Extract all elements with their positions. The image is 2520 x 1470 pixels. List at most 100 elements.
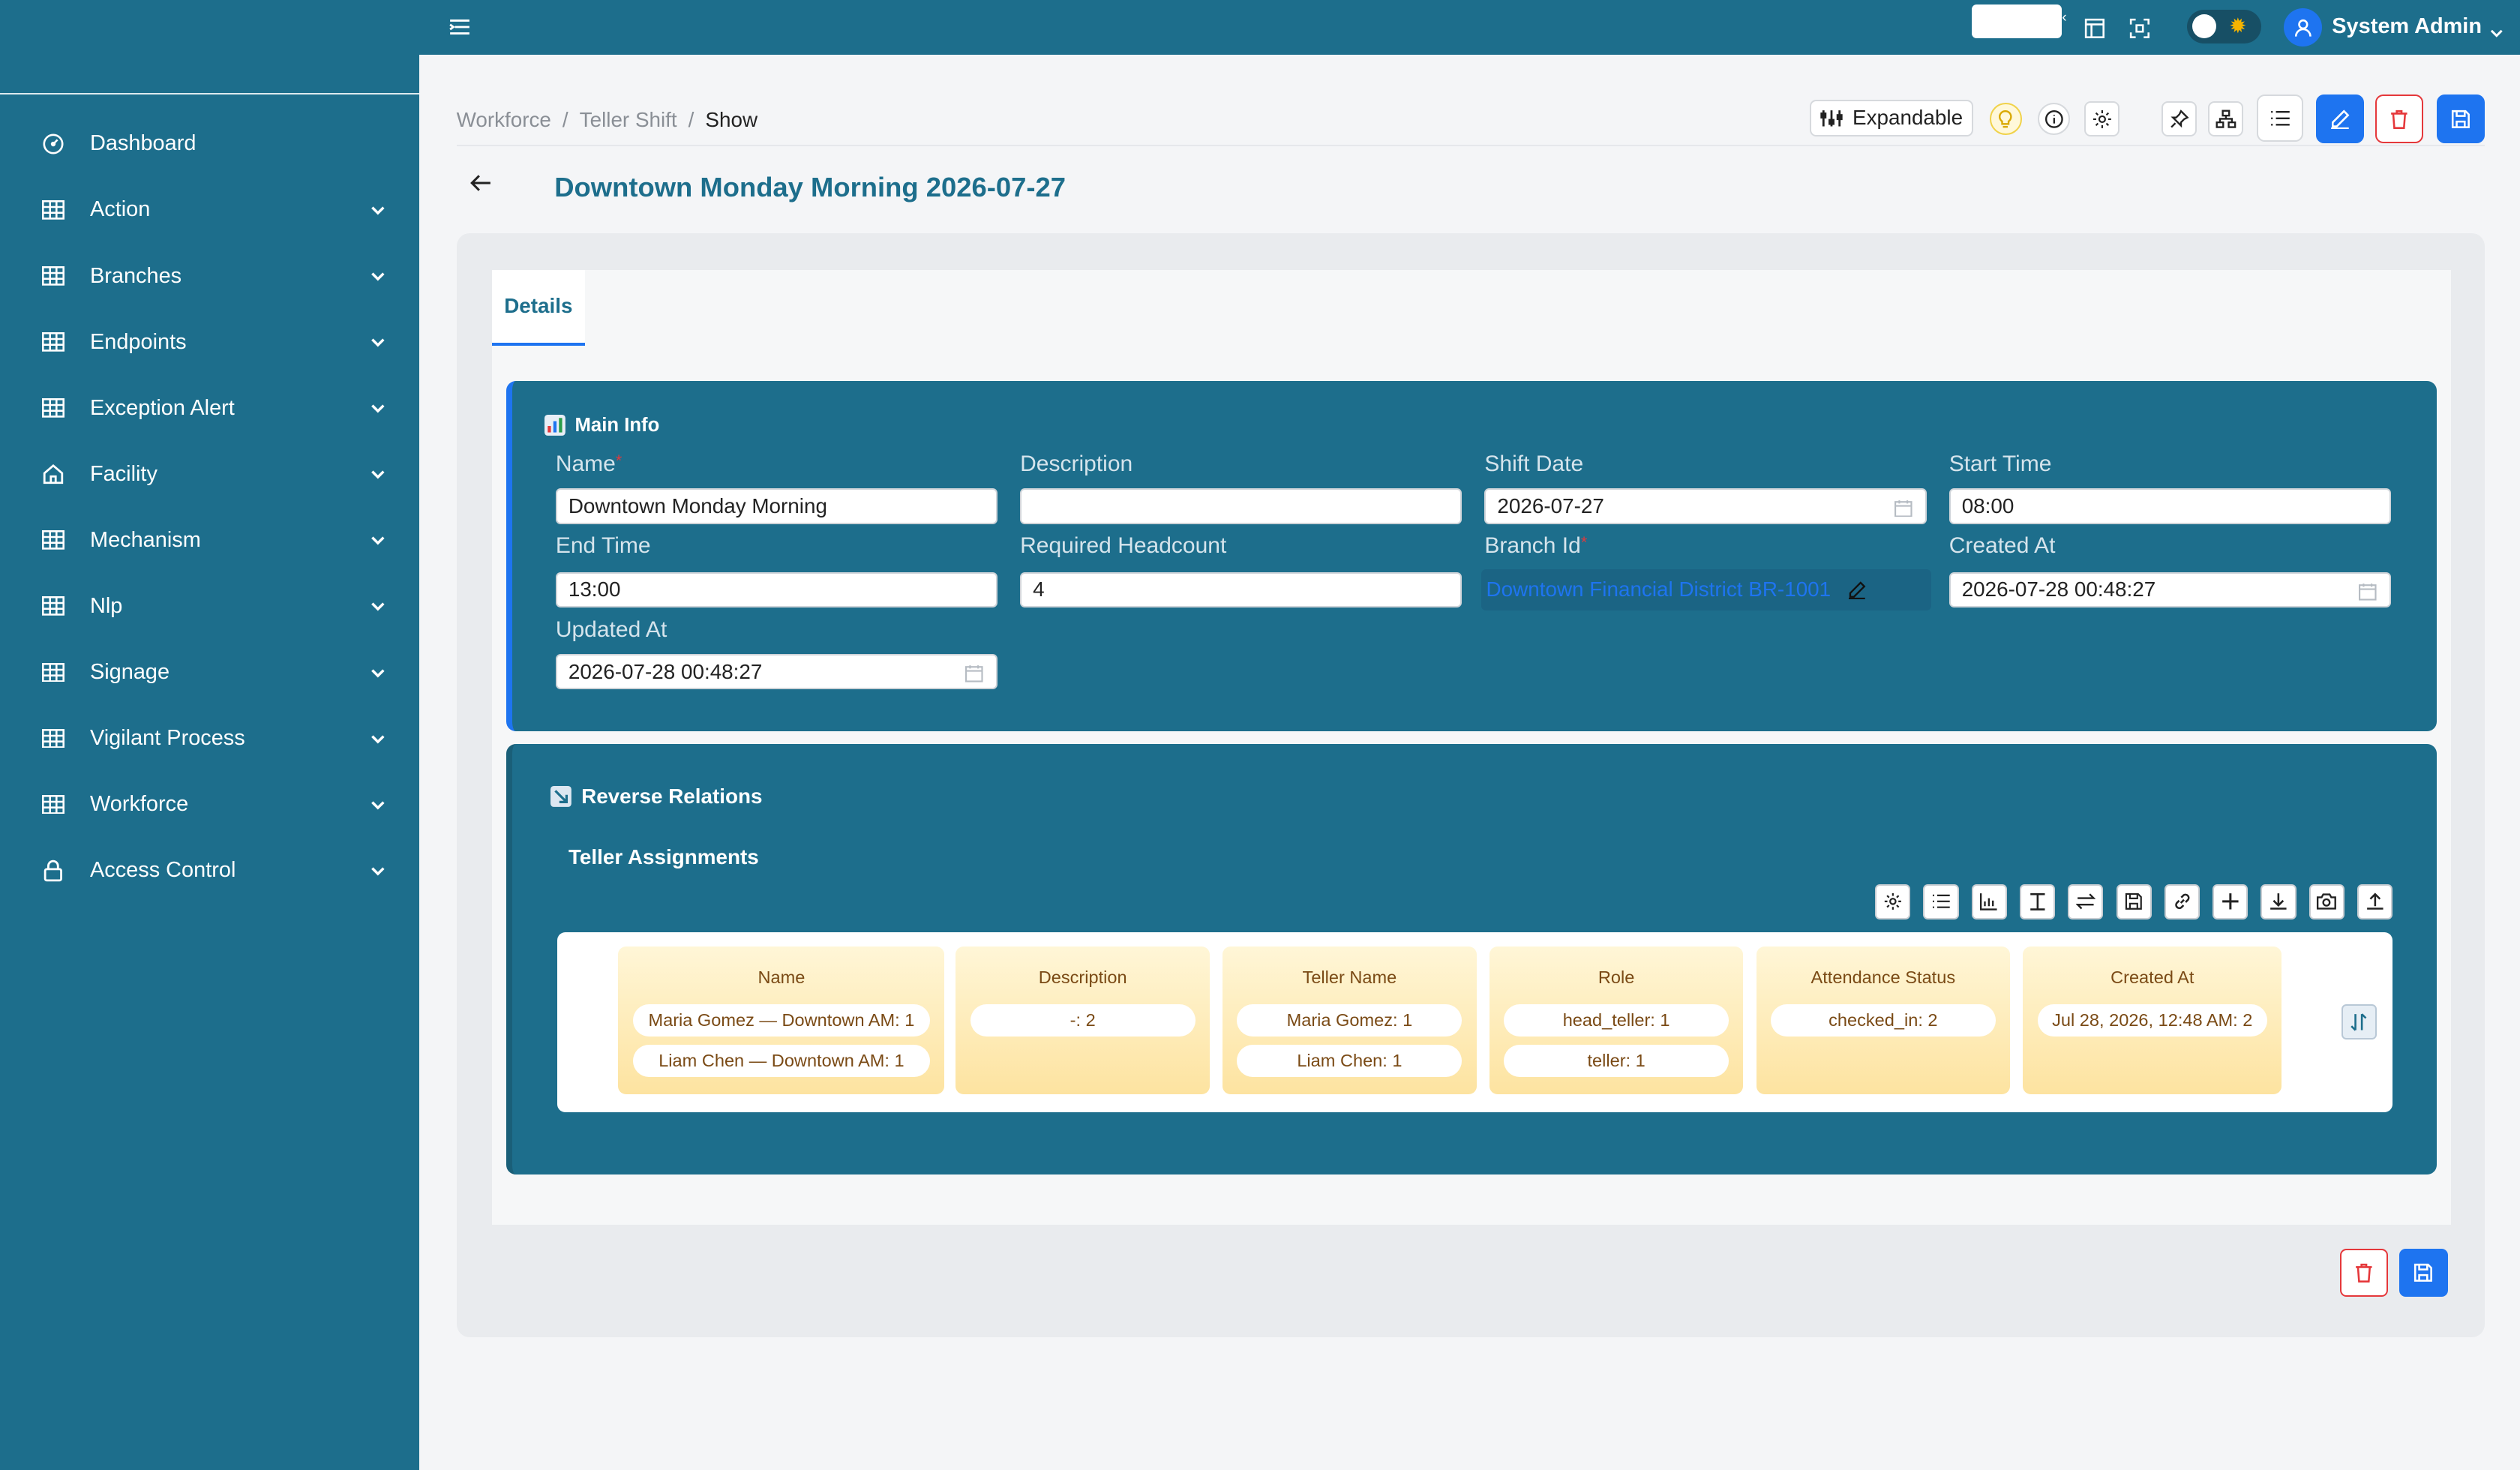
start-time-input[interactable]: 08:00 [1948, 488, 2391, 524]
sort-toggle-button[interactable] [2341, 1004, 2377, 1040]
chevron-down-icon [368, 596, 388, 616]
grid-chart-button[interactable] [1971, 884, 2007, 920]
floppy-icon [2414, 1264, 2433, 1282]
sidebar-item-branches[interactable]: Branches [0, 243, 419, 309]
column-header[interactable]: Teller Name [1222, 968, 1477, 988]
sidebar-item-mechanism[interactable]: Mechanism [0, 507, 419, 573]
breadcrumb-row: Workforce / Teller Shift / Show Expandable [456, 92, 2485, 146]
sidebar-item-dashboard[interactable]: Dashboard [0, 111, 419, 177]
pencil-icon[interactable] [1847, 580, 1867, 600]
column-value-chip[interactable]: head_teller: 1 [1504, 1004, 1730, 1037]
column-value-chip[interactable]: Maria Gomez — Downtown AM: 1 [632, 1004, 931, 1037]
upload-icon [2366, 892, 2384, 910]
column-value-chip[interactable]: Liam Chen — Downtown AM: 1 [632, 1044, 931, 1077]
grid-swap-button[interactable] [2068, 884, 2104, 920]
grid-list-button[interactable] [1923, 884, 1959, 920]
settings-button[interactable] [2084, 100, 2120, 137]
hierarchy-button[interactable] [2208, 100, 2244, 137]
info-button[interactable] [2038, 103, 2070, 135]
pin-button[interactable] [2162, 100, 2198, 137]
column-value-chip[interactable]: Maria Gomez: 1 [1237, 1004, 1462, 1037]
sun-icon: ✹ [2229, 14, 2247, 38]
sidebar-item-exception-alert[interactable]: Exception Alert [0, 375, 419, 441]
sidebar-item-facility[interactable]: Facility [0, 441, 419, 507]
menu-toggle-icon[interactable] [448, 16, 471, 38]
list-view-button[interactable] [2256, 94, 2303, 142]
grid-column-teller-name: Teller Name Maria Gomez: 1 Liam Chen: 1 [1222, 946, 1477, 1095]
bar-chart-icon [1980, 893, 1997, 911]
grid-link-button[interactable] [2164, 884, 2200, 920]
end-time-input[interactable]: 13:00 [555, 572, 998, 608]
column-value-chip[interactable]: Liam Chen: 1 [1237, 1044, 1462, 1077]
sidebar-item-vigilant-process[interactable]: Vigilant Process [0, 705, 419, 771]
content-area: Details Main Info Name* Downtown Monday … [456, 232, 2485, 1337]
grid-add-button[interactable] [2212, 884, 2248, 920]
calendar-icon[interactable] [1894, 498, 1912, 518]
user-name[interactable]: System Admin [2332, 14, 2482, 39]
sidebar-item-access-control[interactable]: Access Control [0, 838, 419, 904]
column-value-chip[interactable]: -: 2 [970, 1004, 1196, 1037]
sidebar-item-label: Exception Alert [89, 395, 235, 420]
edit-button[interactable] [2315, 94, 2365, 143]
chevron-down-icon [368, 663, 388, 682]
topbar-search-box[interactable] [1972, 4, 2062, 39]
calendar-icon[interactable] [965, 664, 983, 682]
sidebar-logo-area [0, 0, 420, 95]
delete-button[interactable] [2375, 94, 2424, 143]
column-header[interactable]: Name [618, 968, 944, 988]
updated-at-input[interactable]: 2026-07-28 00:48:27 [555, 654, 998, 690]
fullscreen-icon[interactable] [2129, 16, 2150, 38]
reverse-relations-title: Reverse Relations [550, 784, 763, 808]
column-header[interactable]: Attendance Status [1756, 968, 2011, 988]
expandable-button[interactable]: Expandable [1809, 99, 1974, 137]
save-button[interactable] [2436, 94, 2485, 143]
teller-assignments-title: Teller Assignments [568, 845, 759, 869]
column-value-chip[interactable]: checked_in: 2 [1770, 1004, 1996, 1037]
sliders-icon [1820, 110, 1843, 127]
lightbulb-icon [1999, 110, 2012, 128]
sidebar-item-workforce[interactable]: Workforce [0, 771, 419, 837]
sidebar-item-signage[interactable]: Signage [0, 639, 419, 705]
grid-download-button[interactable] [2260, 884, 2296, 920]
user-avatar[interactable] [2283, 8, 2323, 47]
calendar-icon[interactable] [2359, 582, 2377, 601]
reverse-relations-panel: Reverse Relations Teller Assignments Nam… [506, 744, 2437, 1175]
table-icon [40, 329, 66, 355]
layout-icon[interactable] [2084, 16, 2105, 38]
required-headcount-input[interactable]: 4 [1020, 572, 1462, 608]
breadcrumb-link-teller-shift[interactable]: Teller Shift [580, 108, 677, 131]
breadcrumb-link-workforce[interactable]: Workforce [457, 108, 551, 131]
shift-date-input[interactable]: 2026-07-27 [1484, 488, 1927, 524]
grid-column-name: Name Maria Gomez — Downtown AM: 1 Liam C… [618, 946, 945, 1095]
chevron-down-icon[interactable] [2488, 20, 2506, 38]
updated-at-value: 2026-07-28 00:48:27 [568, 659, 763, 683]
name-input[interactable]: Downtown Monday Morning [555, 488, 998, 524]
column-value-chip[interactable]: teller: 1 [1504, 1044, 1730, 1077]
grid-upload-button[interactable] [2356, 884, 2393, 920]
required-headcount-label: Required Headcount [1020, 533, 1227, 559]
grid-settings-button[interactable] [1875, 884, 1911, 920]
save-button-bottom[interactable] [2399, 1248, 2448, 1298]
back-arrow-icon[interactable] [470, 172, 492, 194]
collapse-arrow[interactable]: ‹ [2062, 10, 2066, 26]
sidebar-item-nlp[interactable]: Nlp [0, 573, 419, 639]
sidebar-item-label: Mechanism [89, 527, 201, 552]
description-input[interactable] [1020, 488, 1462, 524]
column-value-chip[interactable]: Jul 28, 2026, 12:48 AM: 2 [2037, 1004, 2267, 1037]
tips-button[interactable] [1989, 103, 2022, 135]
table-icon [40, 395, 66, 421]
grid-text-button[interactable] [2019, 884, 2056, 920]
delete-button-bottom[interactable] [2339, 1248, 2389, 1298]
column-header[interactable]: Created At [2023, 968, 2282, 988]
branch-id-link[interactable]: Downtown Financial District BR-1001 [1486, 578, 1832, 602]
created-at-input[interactable]: 2026-07-28 00:48:27 [1948, 572, 2391, 608]
theme-toggle[interactable]: ✹ [2187, 9, 2261, 44]
column-header[interactable]: Role [1490, 968, 1744, 988]
grid-save-button[interactable] [2116, 884, 2152, 920]
branch-id-label-text: Branch Id [1484, 533, 1581, 559]
column-header[interactable]: Description [956, 968, 1210, 988]
sidebar-item-action[interactable]: Action [0, 177, 419, 243]
grid-camera-button[interactable] [2308, 884, 2344, 920]
sidebar-item-endpoints[interactable]: Endpoints [0, 309, 419, 375]
tab-details[interactable]: Details [491, 269, 585, 346]
